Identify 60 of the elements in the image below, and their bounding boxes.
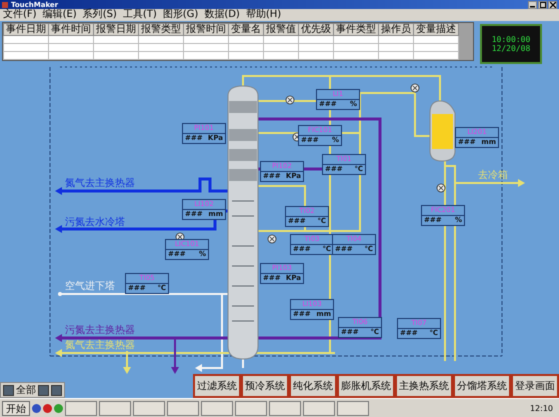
taskbar-button[interactable] (303, 400, 335, 416)
column-header: 事件类型 (334, 24, 378, 36)
minimize-button[interactable] (528, 0, 537, 8)
column-header: 事件时间 (48, 24, 94, 36)
column-header: 报警类型 (138, 24, 184, 36)
taskbar-button[interactable] (133, 400, 165, 416)
column-header: 报警值 (264, 24, 298, 36)
taskbar-button[interactable] (201, 400, 233, 416)
menu-item[interactable]: 文件(F) (3, 9, 37, 21)
column-header: 操作员 (378, 24, 414, 36)
valve-icon[interactable] (268, 234, 276, 244)
line-label: 氮气去主换热器 (65, 340, 135, 351)
menu-item[interactable]: 数据(D) (204, 9, 240, 21)
nav-button[interactable]: 预冷系统 (241, 374, 289, 398)
taskbar-clock: 12:10 (528, 404, 554, 412)
line-label: 污氮去水冷塔 (65, 217, 125, 228)
menu-item[interactable]: 帮助(H) (246, 9, 282, 21)
toolbar-label: 全部 (16, 384, 36, 397)
drain-arrow (171, 338, 179, 374)
start-button[interactable]: 开始 (2, 400, 30, 416)
nav-button[interactable]: 纯化系统 (289, 374, 337, 398)
valve-icon[interactable] (410, 84, 420, 92)
line-label: 去冷箱 (478, 170, 508, 181)
line-label: 氮气去主换热器 (65, 178, 135, 189)
nav-button[interactable]: 登录画面 (511, 374, 559, 398)
drain-arrow (123, 351, 131, 374)
column-header: 优先级 (298, 24, 334, 36)
menu-item[interactable]: 图形(G) (162, 9, 198, 21)
nav-button[interactable]: 膨胀机系统 (337, 374, 395, 398)
pipe-arrow (455, 179, 525, 187)
nav-button[interactable]: 过滤系统 (193, 374, 241, 398)
nav-button[interactable]: 主换热系统 (395, 374, 453, 398)
taskbar-button[interactable] (99, 400, 131, 416)
maximize-button[interactable] (538, 0, 547, 8)
taskbar-button[interactable] (337, 400, 369, 416)
taskbar-button[interactable] (167, 400, 199, 416)
line-label: 空气进下塔 (65, 281, 115, 292)
column-header: 报警日期 (94, 24, 138, 36)
nav-button[interactable]: 分馏塔系统 (453, 374, 511, 398)
taskbar-button[interactable] (269, 400, 301, 416)
taskbar-button[interactable] (235, 400, 267, 416)
close-icon (550, 2, 556, 8)
column-header: 变量名 (228, 24, 264, 36)
valve-icon[interactable] (286, 96, 294, 104)
maximize-icon (540, 2, 546, 8)
taskbar-button[interactable] (65, 400, 97, 416)
valve-icon[interactable] (436, 184, 446, 192)
menu-item[interactable]: 工具(T) (122, 9, 157, 21)
line-label: 污氮去主换热器 (65, 325, 135, 336)
column-header: 变量描述 (414, 24, 458, 36)
menu-item[interactable]: 系列(S) (82, 9, 117, 21)
clock-time: 10:00:00 (492, 35, 530, 44)
app-icon (2, 2, 8, 8)
menu-item[interactable]: 编辑(E) (42, 9, 77, 21)
close-button[interactable] (548, 0, 557, 8)
separator-vessel-drawing (430, 100, 456, 162)
column-header: 事件日期 (4, 24, 48, 36)
column-header: 报警时间 (184, 24, 228, 36)
scrollbar[interactable] (459, 23, 473, 60)
clock-date: 12/20/08 (492, 44, 530, 53)
